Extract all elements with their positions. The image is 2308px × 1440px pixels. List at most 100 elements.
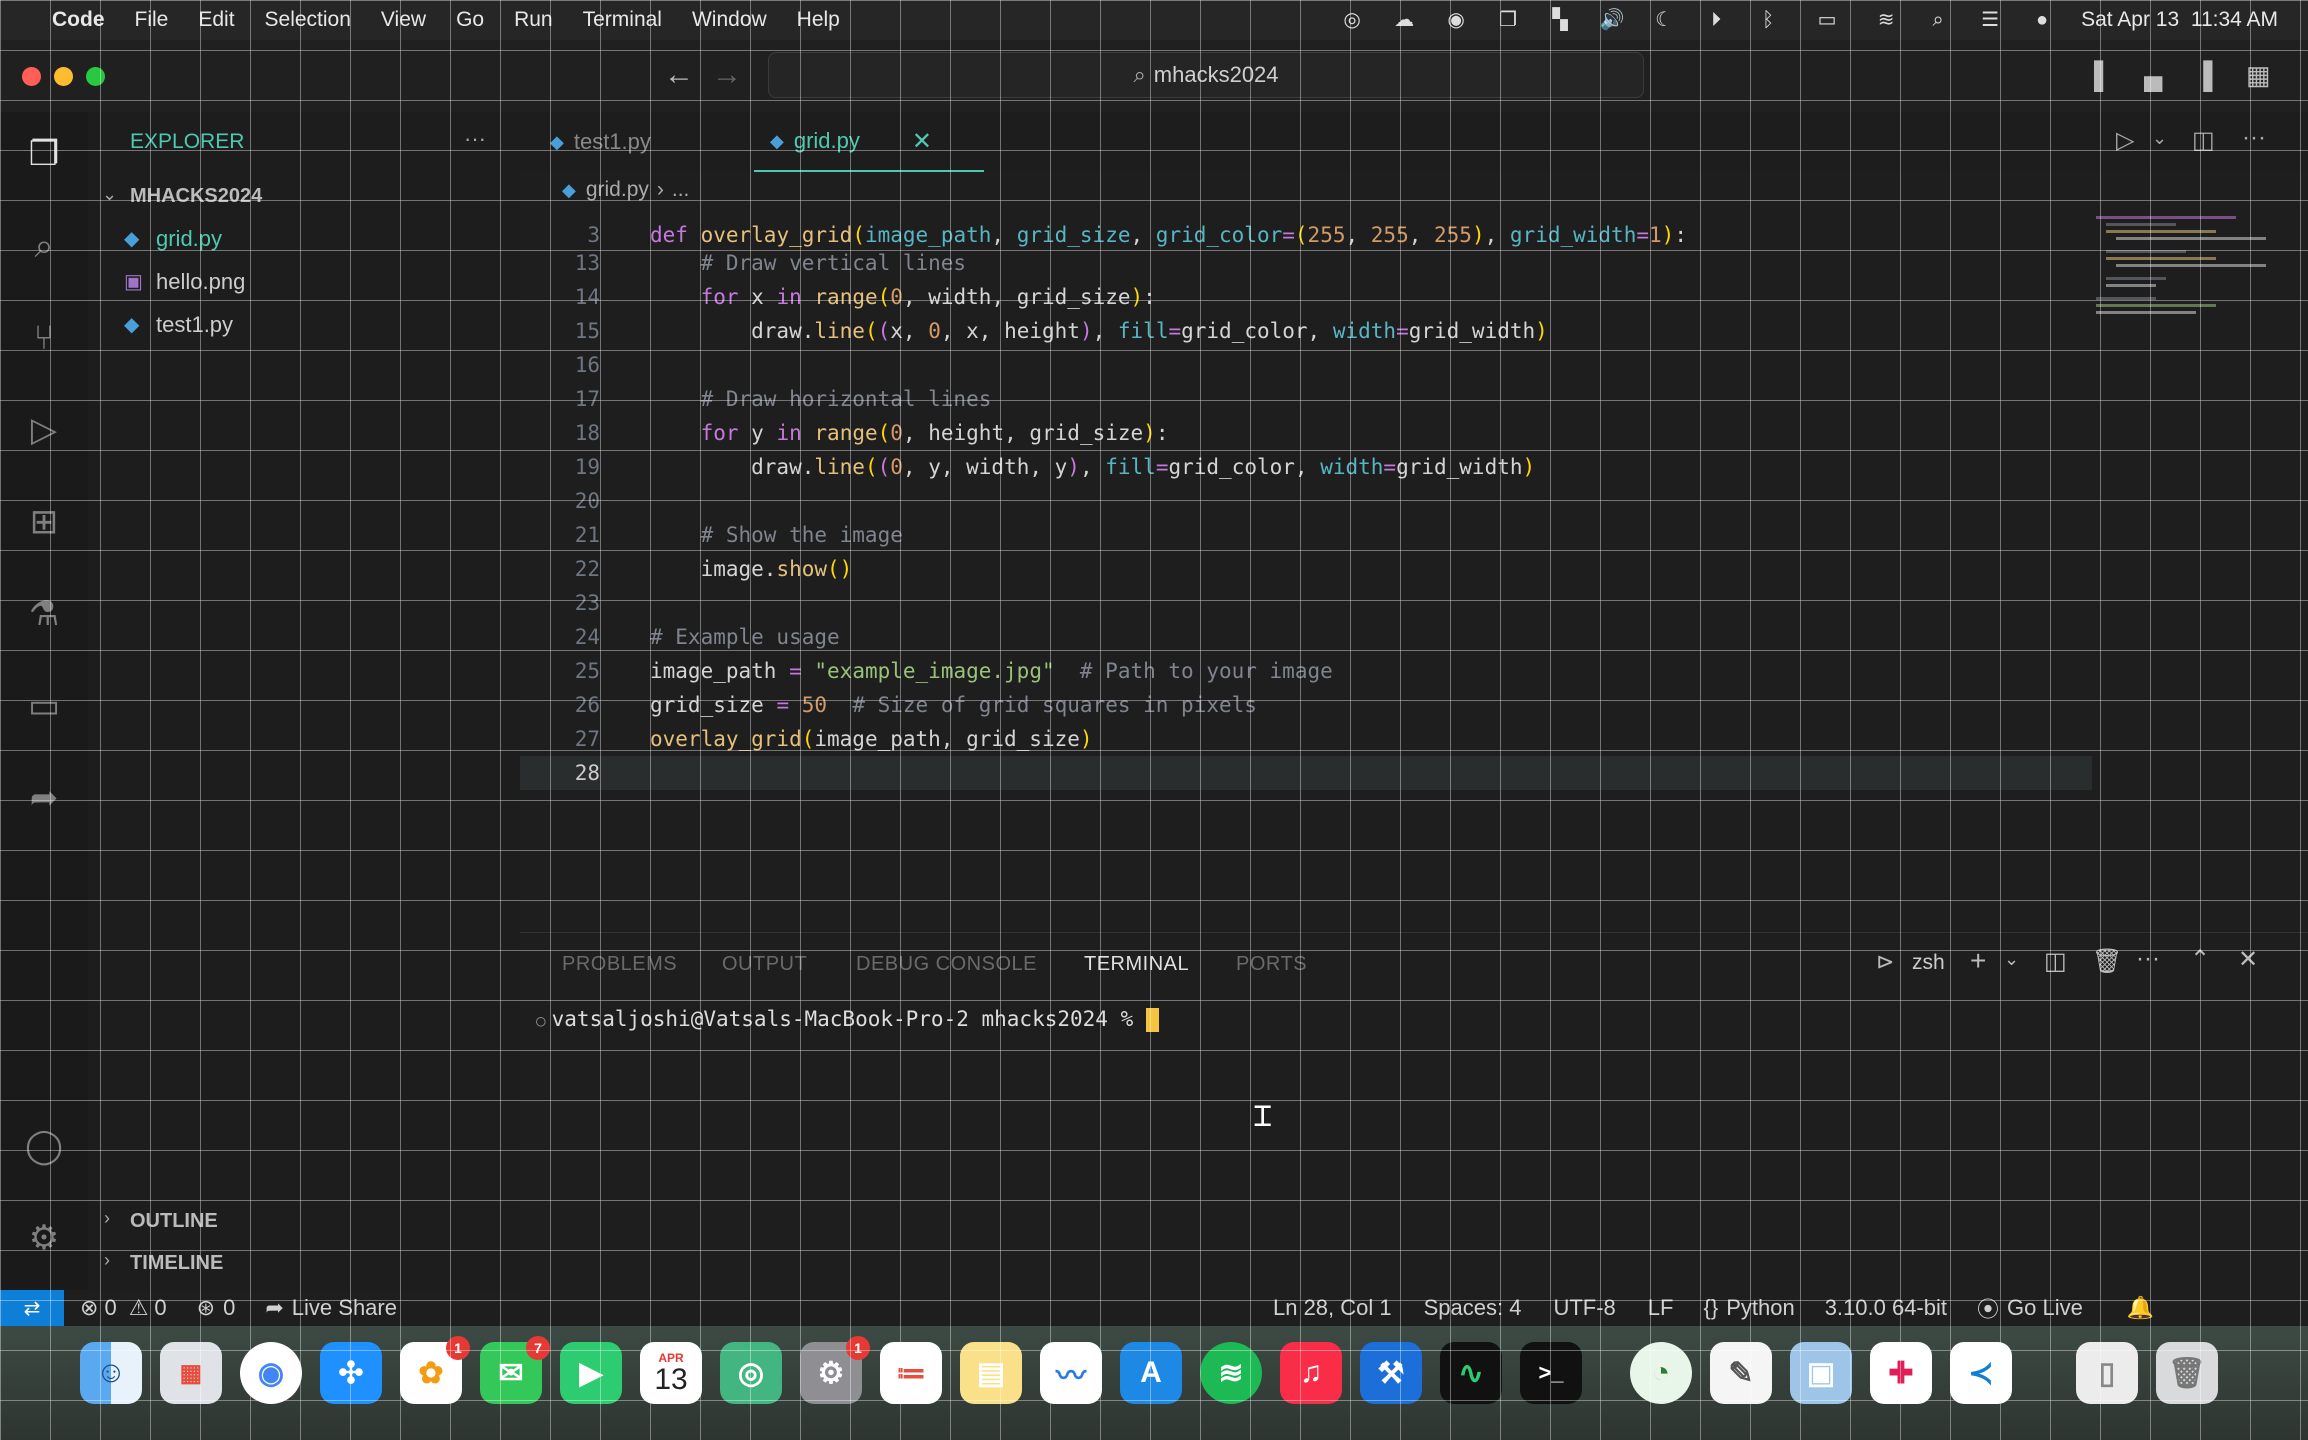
source-control-icon[interactable]: ⑂: [22, 316, 66, 360]
focus-moon-icon[interactable]: ☾: [1651, 9, 1677, 31]
menu-clock[interactable]: Sat Apr 13 11:34 AM: [2081, 8, 2278, 32]
notifications-bell-icon[interactable]: 🔔: [2127, 1295, 2154, 1321]
customize-layout-icon[interactable]: ▦: [2246, 60, 2271, 91]
siri-icon[interactable]: ●: [2029, 9, 2055, 31]
find-my-icon[interactable]: ◎: [720, 1342, 782, 1404]
run-python-file-icon[interactable]: ▷: [2116, 126, 2134, 155]
zoom-window-button[interactable]: [86, 67, 105, 86]
tab-output[interactable]: OUTPUT: [722, 953, 807, 976]
spotify-icon[interactable]: ≋: [1200, 1342, 1262, 1404]
chevron-right-icon[interactable]: ›: [104, 1208, 110, 1229]
error-count[interactable]: 0: [104, 1295, 116, 1321]
warning-triangle-icon[interactable]: ⚠: [129, 1295, 149, 1321]
spotlight-search-icon[interactable]: ⌕: [1925, 9, 1951, 31]
live-share-icon[interactable]: ➦: [22, 776, 66, 820]
code-editor[interactable]: ◆ grid.py › ... 3 def overlay_grid(image…: [520, 172, 2308, 932]
textedit-icon[interactable]: ✎: [1710, 1342, 1772, 1404]
control-center-icon[interactable]: ☰: [1977, 9, 2003, 31]
kill-terminal-trash-icon[interactable]: 🗑: [2092, 947, 2122, 976]
language-mode[interactable]: Python: [1726, 1295, 1795, 1321]
documents-folder-icon[interactable]: ▯: [2076, 1342, 2138, 1404]
messages-icon[interactable]: ✉ 7: [480, 1336, 550, 1404]
layout-icon[interactable]: ▚: [1547, 9, 1573, 31]
split-editor-icon[interactable]: ◫: [2192, 126, 2215, 155]
tab-grid-py[interactable]: ◆ grid.py ✕: [754, 112, 984, 172]
run-debug-icon[interactable]: ▷: [22, 408, 66, 452]
manage-gear-icon[interactable]: ⚙: [22, 1216, 66, 1260]
go-live-broadcast-icon[interactable]: ⦿: [1977, 1292, 1999, 1324]
wifi-icon[interactable]: ≋: [1873, 9, 1899, 31]
editor-more-icon[interactable]: ···: [2242, 124, 2266, 152]
menu-app-name[interactable]: Code: [52, 8, 105, 32]
freeform-icon[interactable]: 〰: [1040, 1342, 1102, 1404]
error-circle-icon[interactable]: ⊗: [80, 1295, 98, 1321]
toggle-panel-icon[interactable]: ▄: [2144, 60, 2162, 91]
network-app-icon[interactable]: ◔: [1630, 1342, 1692, 1404]
activity-monitor-icon[interactable]: ∿: [1440, 1342, 1502, 1404]
accounts-icon[interactable]: ◯: [22, 1124, 66, 1168]
chevron-right-icon[interactable]: ›: [104, 1250, 110, 1271]
new-terminal-icon[interactable]: +: [1970, 945, 1986, 977]
play-icon[interactable]: ⏵: [1703, 9, 1729, 31]
extensions-icon[interactable]: ⊞: [22, 500, 66, 544]
menu-selection[interactable]: Selection: [265, 8, 351, 32]
chrome-status-icon[interactable]: ◉: [1443, 9, 1469, 31]
remote-indicator[interactable]: ⇄: [0, 1290, 64, 1326]
tab-problems[interactable]: PROBLEMS: [562, 953, 677, 976]
record-icon[interactable]: ◎: [1339, 9, 1365, 31]
tab-debug-console[interactable]: DEBUG CONSOLE: [856, 953, 1037, 976]
tab-ports[interactable]: PORTS: [1236, 953, 1307, 976]
bluetooth-icon[interactable]: ᛒ: [1755, 9, 1781, 31]
minimap[interactable]: [2096, 212, 2286, 332]
finder-icon[interactable]: ☺: [80, 1342, 142, 1404]
close-tab-icon[interactable]: ✕: [912, 127, 932, 156]
search-view-icon[interactable]: ⌕: [22, 224, 66, 268]
menu-go[interactable]: Go: [456, 8, 484, 32]
cursor-position[interactable]: Ln 28, Col 1: [1273, 1295, 1392, 1321]
toggle-secondary-sidebar-icon[interactable]: ▐: [2194, 60, 2212, 91]
close-window-button[interactable]: [22, 67, 41, 86]
menu-view[interactable]: View: [381, 8, 426, 32]
menu-file[interactable]: File: [135, 8, 169, 32]
terminal-output[interactable]: ○ vatsaljoshi@Vatsals-MacBook-Pro-2 mhack…: [536, 1007, 2256, 1287]
go-live-button[interactable]: Go Live: [2007, 1295, 2083, 1321]
close-panel-icon[interactable]: ✕: [2238, 945, 2258, 974]
breadcrumb-symbol[interactable]: ...: [672, 178, 690, 202]
command-center-search[interactable]: ⌕ mhacks2024: [768, 52, 1644, 98]
file-grid-py[interactable]: grid.py: [156, 226, 222, 252]
python-interpreter[interactable]: 3.10.0 64-bit: [1825, 1295, 1947, 1321]
minimize-window-button[interactable]: [54, 67, 73, 86]
terminal-shell-name[interactable]: zsh: [1912, 951, 1945, 975]
toggle-sidebar-icon[interactable]: ▌: [2094, 60, 2112, 91]
testing-flask-icon[interactable]: ⚗: [22, 592, 66, 636]
reminders-icon[interactable]: ≔: [880, 1342, 942, 1404]
preview-icon[interactable]: ▣: [1790, 1342, 1852, 1404]
file-encoding[interactable]: UTF-8: [1553, 1295, 1615, 1321]
battery-icon[interactable]: ▭: [1807, 9, 1847, 31]
split-terminal-icon[interactable]: ◫: [2044, 947, 2067, 976]
warning-count[interactable]: 0: [154, 1295, 166, 1321]
creative-cloud-icon[interactable]: ☁: [1391, 9, 1417, 31]
chevron-down-icon[interactable]: ⌄: [102, 184, 117, 205]
tab-terminal[interactable]: TERMINAL: [1084, 953, 1189, 976]
live-share-status[interactable]: Live Share: [292, 1295, 397, 1321]
workspace-folder[interactable]: MHACKS2024: [130, 185, 262, 208]
back-arrow-icon[interactable]: ←: [664, 58, 694, 92]
trash-icon[interactable]: 🗑: [2156, 1342, 2218, 1404]
breadcrumb-file[interactable]: grid.py: [586, 178, 649, 202]
notes-icon[interactable]: ▤: [960, 1342, 1022, 1404]
remote-explorer-icon[interactable]: ▭: [22, 684, 66, 728]
language-braces-icon[interactable]: {}: [1703, 1295, 1718, 1321]
chrome-icon[interactable]: ◉: [240, 1342, 302, 1404]
ports-broadcast-icon[interactable]: ⊛: [197, 1295, 215, 1321]
calendar-icon[interactable]: APR 13: [640, 1342, 702, 1404]
launchpad-icon[interactable]: ▦: [160, 1342, 222, 1404]
menu-run[interactable]: Run: [514, 8, 553, 32]
end-of-line[interactable]: LF: [1648, 1295, 1674, 1321]
indentation[interactable]: Spaces: 4: [1424, 1295, 1522, 1321]
vscode-icon[interactable]: ≺: [1950, 1342, 2012, 1404]
slack-icon[interactable]: ✚: [1870, 1342, 1932, 1404]
menu-edit[interactable]: Edit: [198, 8, 234, 32]
file-test1-py[interactable]: test1.py: [156, 312, 233, 338]
explorer-more-button[interactable]: ···: [464, 126, 486, 152]
